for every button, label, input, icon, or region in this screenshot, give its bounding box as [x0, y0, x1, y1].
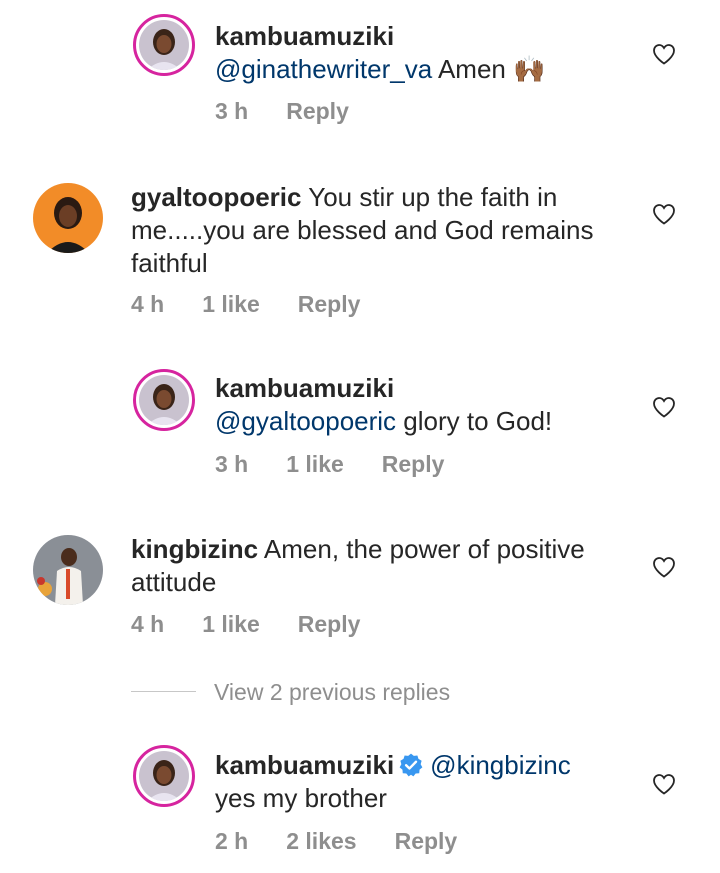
- heart-icon[interactable]: [652, 203, 676, 225]
- comment-username[interactable]: kingbizinc: [131, 534, 258, 564]
- heart-icon[interactable]: [652, 396, 676, 418]
- avatar[interactable]: [133, 745, 195, 807]
- comment-username[interactable]: kambuamuziki: [215, 20, 546, 53]
- comment-username[interactable]: kambuamuziki: [215, 750, 394, 780]
- comment-text: Amen: [432, 54, 506, 84]
- avatar[interactable]: [133, 14, 195, 76]
- avatar[interactable]: [133, 369, 195, 431]
- verified-badge-icon: [399, 753, 423, 777]
- comment-username[interactable]: kambuamuziki: [215, 372, 552, 405]
- comment-time: 4 h: [131, 611, 165, 637]
- comment-username[interactable]: gyaltoopoeric: [131, 182, 301, 212]
- heart-icon[interactable]: [652, 43, 676, 65]
- avatar[interactable]: [33, 535, 103, 605]
- like-count[interactable]: 2 likes: [286, 828, 356, 854]
- reply-button[interactable]: Reply: [286, 98, 349, 124]
- comment-time: 3 h: [215, 451, 249, 477]
- like-count[interactable]: 1 like: [202, 291, 260, 317]
- comment-text: yes my brother: [215, 783, 387, 813]
- heart-icon[interactable]: [652, 773, 676, 795]
- reply-button[interactable]: Reply: [298, 291, 361, 317]
- mention-link[interactable]: @kingbizinc: [430, 750, 571, 780]
- reply-button[interactable]: Reply: [395, 828, 458, 854]
- mention-link[interactable]: @ginathewriter_va: [215, 54, 432, 84]
- emoji: 🙌🏾: [513, 54, 546, 84]
- comment-time: 3 h: [215, 98, 249, 124]
- divider-line: [131, 691, 196, 692]
- mention-link[interactable]: @gyaltoopoeric: [215, 406, 396, 436]
- heart-icon[interactable]: [652, 556, 676, 578]
- comment-time: 4 h: [131, 291, 165, 317]
- avatar[interactable]: [33, 183, 103, 253]
- like-count[interactable]: 1 like: [202, 611, 260, 637]
- comment-time: 2 h: [215, 828, 249, 854]
- comment-text: glory to God!: [396, 406, 553, 436]
- view-previous-replies-button[interactable]: View 2 previous replies: [214, 679, 450, 706]
- like-count[interactable]: 1 like: [286, 451, 344, 477]
- reply-button[interactable]: Reply: [382, 451, 445, 477]
- reply-button[interactable]: Reply: [298, 611, 361, 637]
